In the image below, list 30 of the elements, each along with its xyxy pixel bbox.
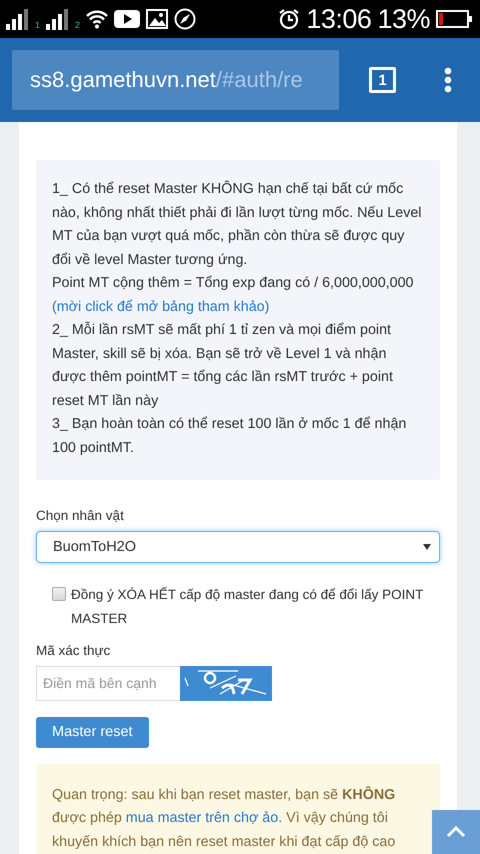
wifi-icon bbox=[86, 9, 108, 29]
compass-icon bbox=[174, 8, 196, 30]
menu-icon[interactable] bbox=[444, 67, 452, 93]
alarm-icon bbox=[278, 8, 300, 30]
play-icon bbox=[114, 10, 140, 28]
market-link[interactable]: mua master trên chợ ảo bbox=[126, 810, 278, 826]
master-reset-button[interactable]: Master reset bbox=[36, 716, 149, 748]
sim-number: 2 bbox=[75, 20, 80, 30]
battery-icon bbox=[436, 10, 472, 28]
chevron-up-icon bbox=[446, 826, 466, 838]
character-select[interactable]: BuomToH2O bbox=[36, 531, 440, 563]
info-text: 1_ Có thể reset Master KHÔNG hạn chế tại bất cứ mốc nào, không nhất thiết phải đi lần lượt từng mốc. Nếu Level MT của bạn vượt quá mốc, phần còn thừa sẽ được quy đổi về level Master tương ứng. bbox=[52, 180, 422, 270]
agree-label: Đồng ý XÓA HẾT cấp độ master đang có để đổi lấy POINT MASTER bbox=[71, 586, 424, 628]
sim-number: 1 bbox=[35, 20, 40, 30]
agree-checkbox[interactable] bbox=[52, 586, 66, 601]
tab-count-button[interactable]: 1 bbox=[369, 67, 396, 93]
clock-time: 13:06 bbox=[306, 4, 372, 34]
caret-icon bbox=[423, 544, 431, 550]
battery-percent: 13% bbox=[377, 4, 430, 34]
scroll-top-button[interactable] bbox=[432, 810, 480, 854]
info-text: 2_ Mỗi lần rsMT sẽ mất phí 1 tỉ zen và mọi điểm point Master, skill sẽ bị xóa. Bạn sẽ trở về Level 1 và nhận được thêm pointMT = tổng các lần rsMT trước + point reset MT lần này bbox=[52, 320, 394, 410]
info-text: Point MT cộng thêm = Tổng exp đang có / 6,000,000,000 bbox=[52, 274, 415, 293]
captcha-label: Mã xác thực bbox=[36, 642, 112, 658]
character-label: Chọn nhân vật bbox=[36, 508, 125, 523]
image-icon bbox=[146, 9, 168, 29]
reference-link[interactable]: (mời click để mở bảng tham khảo) bbox=[52, 296, 422, 319]
info-text: 3_ Bạn hoàn toàn có thể reset 100 lần ở mốc 1 để nhận 100 pointMT. bbox=[52, 415, 408, 458]
captcha-input[interactable]: Điền mã bên cạnh bbox=[36, 666, 180, 701]
warning-text: Quan trọng: sau khi bạn reset master, bạn sẽ KHÔNG được phép mua master trên chợ ảo. Vì vậy chúng tôi khuyến khích bạn nên reset master khi đạt cấp độ cao bbox=[52, 786, 396, 850]
url-field[interactable]: ss8.gamethuvn.net/#auth/re bbox=[12, 50, 339, 110]
